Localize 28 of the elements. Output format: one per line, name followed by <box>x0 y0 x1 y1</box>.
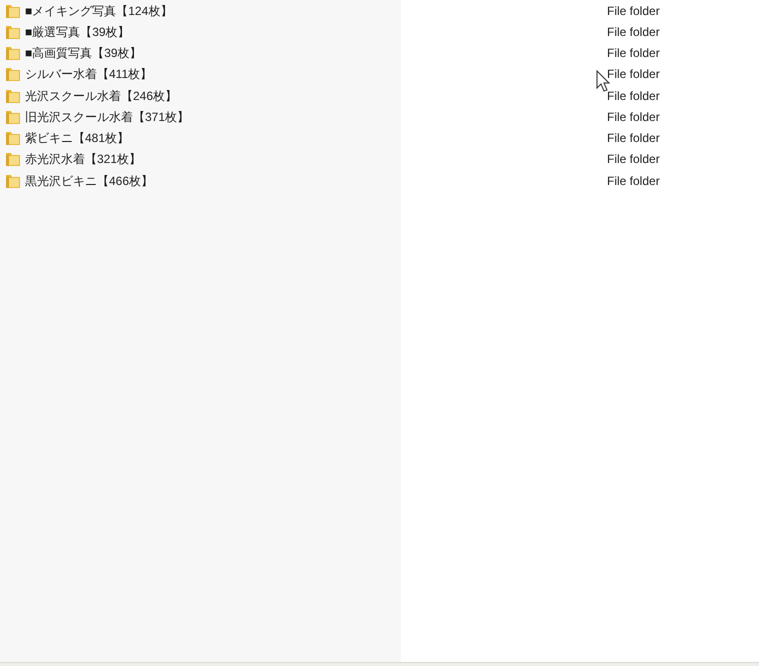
file-name[interactable]: ■メイキング写真【124枚】 <box>25 4 172 17</box>
file-type: File folder <box>607 68 660 80</box>
file-type: File folder <box>607 26 660 38</box>
file-type: File folder <box>607 174 660 187</box>
folder-icon <box>5 2 21 19</box>
file-name[interactable]: ■厳選写真【39枚】 <box>25 26 130 38</box>
file-type: File folder <box>607 153 660 166</box>
file-type: File folder <box>607 90 660 102</box>
folder-icon <box>5 88 21 104</box>
folder-icon <box>5 172 21 189</box>
mouse-pointer-icon <box>596 70 610 92</box>
folder-icon <box>5 108 21 125</box>
folder-icon <box>5 130 21 146</box>
folder-icon <box>5 24 21 40</box>
folder-icon <box>5 151 21 168</box>
file-name[interactable]: 旧光沢スクール水着【371枚】 <box>25 110 190 123</box>
file-type: File folder <box>607 47 660 60</box>
folder-icon <box>5 66 21 82</box>
file-type: File folder <box>607 4 660 17</box>
file-name[interactable]: 黒光沢ビキニ【466枚】 <box>25 174 154 187</box>
file-name[interactable]: ■高画質写真【39枚】 <box>25 47 142 60</box>
file-name[interactable]: 赤光沢水着【321枚】 <box>25 153 142 166</box>
file-name[interactable]: シルバー水着【411枚】 <box>25 68 152 80</box>
folder-icon <box>5 45 21 62</box>
file-name[interactable]: 紫ビキニ【481枚】 <box>25 132 130 144</box>
file-type: File folder <box>607 110 660 123</box>
file-name[interactable]: 光沢スクール水着【246枚】 <box>25 90 178 102</box>
file-type: File folder <box>607 132 660 144</box>
